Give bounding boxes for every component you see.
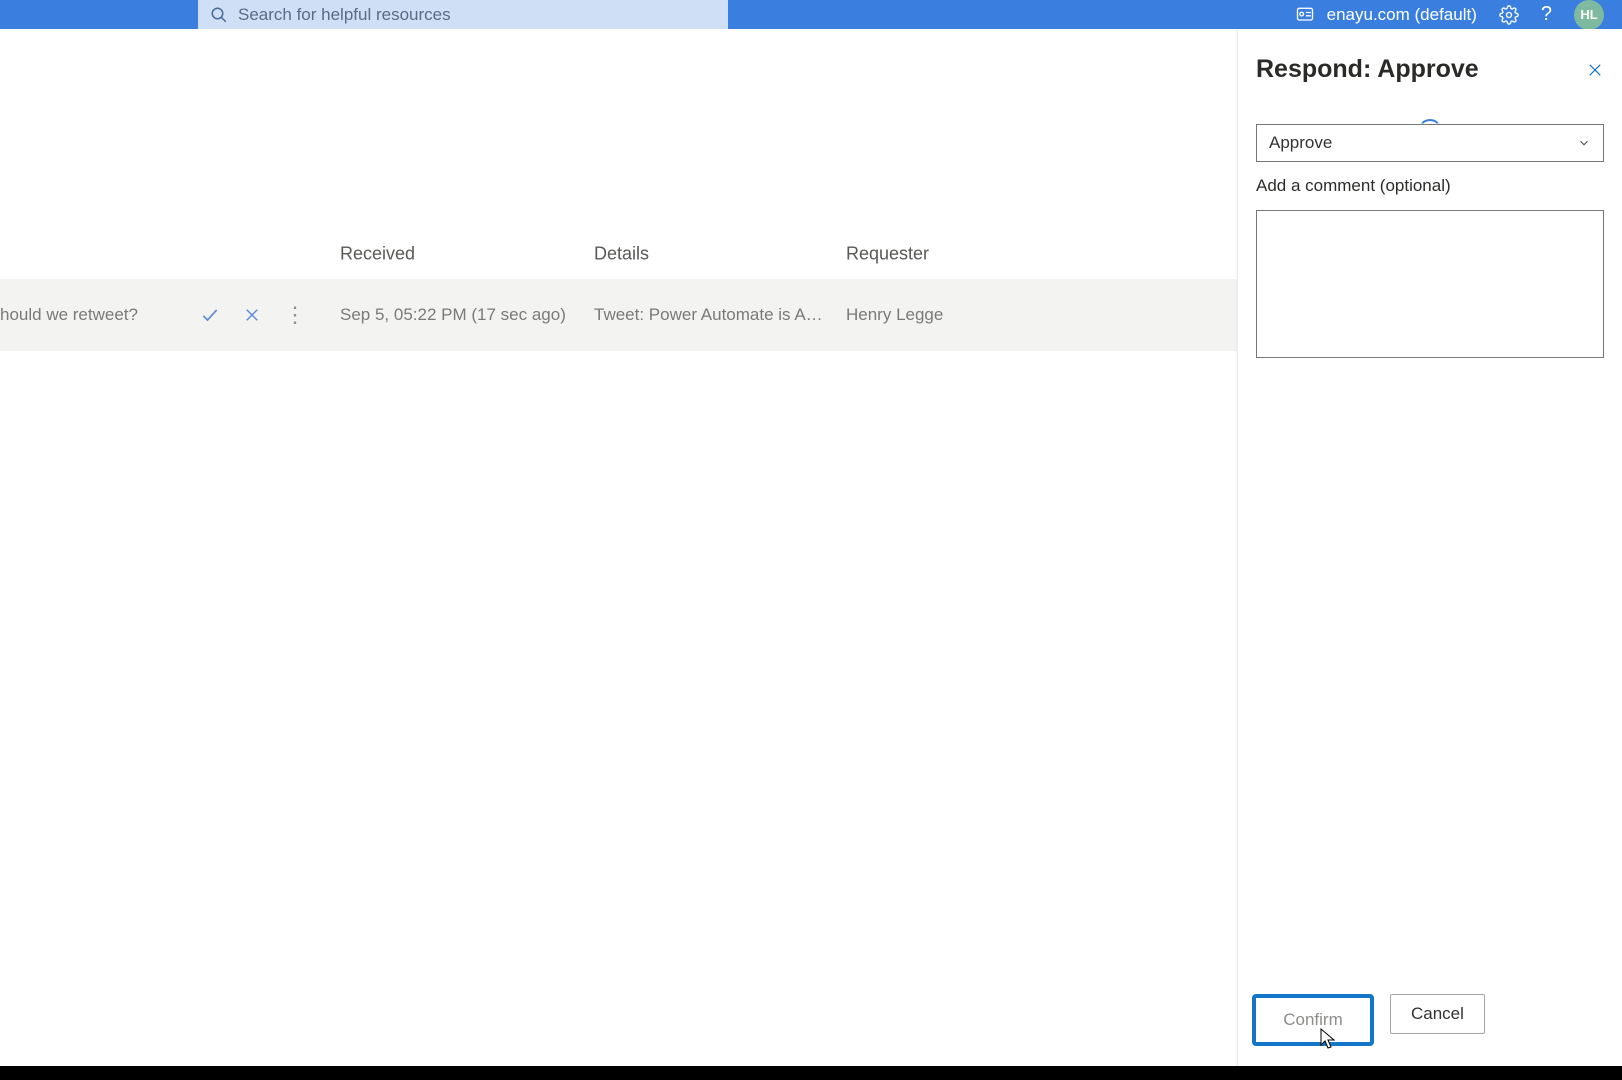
environment-picker[interactable]: enayu.com (default) (1295, 5, 1477, 25)
response-select[interactable]: Approve (1256, 124, 1604, 162)
comment-input[interactable] (1256, 210, 1604, 358)
environment-label: enayu.com (default) (1327, 5, 1477, 25)
approve-icon[interactable] (200, 305, 220, 325)
respond-panel: Respond: Approve Approve Add a comment (… (1237, 29, 1622, 1066)
approval-row-actions: ⋮ (200, 304, 306, 326)
gear-icon[interactable] (1499, 5, 1519, 25)
response-value: Approve (1269, 133, 1332, 153)
chevron-down-icon (1577, 136, 1591, 150)
panel-header: Respond: Approve (1238, 29, 1622, 94)
topbar-right: enayu.com (default) ? HL (1295, 0, 1614, 30)
approvals-list-area: Received Details Requester hould we retw… (0, 29, 1237, 1066)
confirm-button[interactable]: Confirm (1258, 1000, 1368, 1040)
col-details-header: Details (594, 244, 649, 265)
approval-requester: Henry Legge (846, 305, 943, 325)
reject-icon[interactable] (242, 305, 262, 325)
avatar[interactable]: HL (1574, 0, 1604, 30)
environment-icon (1295, 5, 1315, 25)
help-icon[interactable]: ? (1541, 3, 1552, 26)
top-bar: Search for helpful resources enayu.com (… (0, 0, 1622, 29)
approval-received: Sep 5, 05:22 PM (17 sec ago) (340, 305, 566, 325)
approval-title: hould we retweet? (0, 305, 190, 325)
col-received-header: Received (340, 244, 415, 265)
columns-header: Received Details Requester (0, 229, 1237, 279)
search-placeholder: Search for helpful resources (238, 5, 451, 25)
search-input[interactable]: Search for helpful resources (198, 0, 728, 29)
approval-details: Tweet: Power Automate is AMAZEBA... (594, 305, 826, 325)
col-requester-header: Requester (846, 244, 929, 265)
panel-body: Approve Add a comment (optional) (1238, 124, 1622, 363)
more-icon[interactable]: ⋮ (284, 304, 306, 326)
confirm-highlight: Confirm (1252, 994, 1374, 1046)
taskbar (0, 1066, 1622, 1080)
cancel-button[interactable]: Cancel (1390, 994, 1485, 1034)
search-icon (210, 6, 228, 24)
comment-label: Add a comment (optional) (1256, 176, 1604, 196)
panel-title: Respond: Approve (1256, 55, 1479, 84)
close-icon[interactable] (1586, 61, 1604, 79)
panel-footer: Confirm Cancel (1238, 982, 1622, 1066)
workspace: Received Details Requester hould we retw… (0, 29, 1622, 1066)
approval-row[interactable]: hould we retweet? ⋮ Sep 5, 05:22 PM (17 … (0, 279, 1237, 351)
